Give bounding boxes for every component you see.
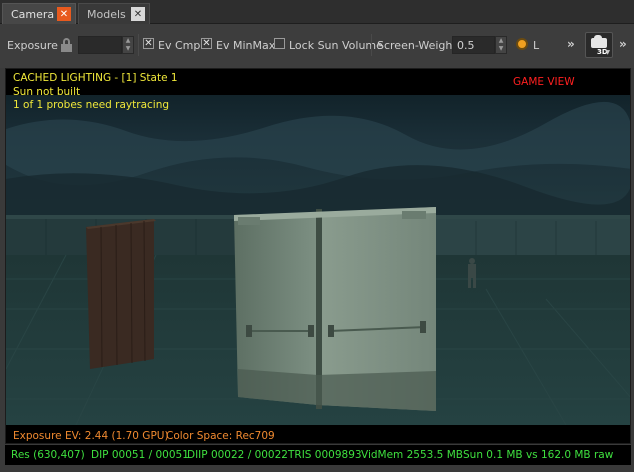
- exposure-input[interactable]: [78, 36, 122, 54]
- game-viewport[interactable]: CACHED LIGHTING - [1] State 1 Sun not bu…: [5, 68, 631, 444]
- sun-status-text: Sun not built: [13, 86, 81, 98]
- more-options-icon[interactable]: »: [567, 37, 575, 51]
- bottom-border: [0, 465, 634, 472]
- game-view-label: GAME VIEW: [512, 76, 576, 88]
- scene-render: [6, 69, 630, 426]
- tris-stat: TRIS 0009893: [288, 449, 362, 461]
- lock-sun-volume-label: Lock Sun Volume: [289, 39, 383, 52]
- color-space-text: Color Space: Rec709: [166, 430, 275, 442]
- l-radio-button[interactable]: [516, 38, 528, 50]
- diip-stat: DIIP 00022 / 00022: [187, 449, 288, 461]
- toolbar-divider: [371, 34, 372, 56]
- probes-status-text: 1 of 1 probes need raytracing: [13, 99, 170, 111]
- resolution-stat: Res (630,407): [11, 449, 85, 461]
- tab-models-label: Models: [87, 7, 126, 21]
- vidmem-stat: VidMem 2553.5 MB: [361, 449, 463, 461]
- more-options-icon[interactable]: »: [619, 37, 627, 51]
- lock-icon[interactable]: [61, 38, 72, 52]
- tab-bar: Camera ✕ Models ✕: [0, 0, 634, 24]
- dip-stat: DIP 00051 / 00051: [91, 449, 189, 461]
- sun-memory-stat: Sun 0.1 MB vs 162.0 MB raw: [463, 449, 614, 461]
- exposure-stepper[interactable]: ▲ ▼: [122, 36, 134, 54]
- camera-mode-button[interactable]: 3D ▼: [585, 32, 613, 58]
- l-radio-label: L: [533, 39, 540, 52]
- close-icon[interactable]: ✕: [57, 7, 71, 21]
- viewport-toolbar: Exposure ▲ ▼ ✕ Ev Cmp ✕ Ev MinMax Lock Su…: [0, 24, 634, 68]
- cached-lighting-text: CACHED LIGHTING - [1] State 1: [13, 72, 178, 84]
- render-stats-bar: Res (630,407) DIP 00051 / 00051 DIIP 000…: [5, 445, 631, 465]
- ev-cmp-checkbox[interactable]: ✕: [143, 38, 154, 49]
- ev-minmax-checkbox[interactable]: ✕: [201, 38, 212, 49]
- exposure-ev-text: Exposure EV: 2.44 (1.70 GPU): [13, 430, 169, 442]
- screen-weight-label: Screen-Weight: [377, 39, 457, 52]
- toolbar-divider: [138, 34, 139, 56]
- chevron-down-icon: ▼: [605, 49, 610, 56]
- exposure-label: Exposure: [7, 39, 58, 52]
- tab-models[interactable]: Models ✕: [78, 3, 150, 24]
- screen-weight-stepper[interactable]: ▲ ▼: [495, 36, 507, 54]
- ev-cmp-label: Ev Cmp: [158, 39, 201, 52]
- close-icon[interactable]: ✕: [131, 7, 145, 21]
- ev-minmax-label: Ev MinMax: [216, 39, 276, 52]
- screen-weight-input[interactable]: 0.5: [452, 36, 495, 54]
- tab-camera[interactable]: Camera ✕: [2, 3, 76, 24]
- tab-camera-label: Camera: [11, 7, 55, 21]
- lock-sun-volume-checkbox[interactable]: [274, 38, 285, 49]
